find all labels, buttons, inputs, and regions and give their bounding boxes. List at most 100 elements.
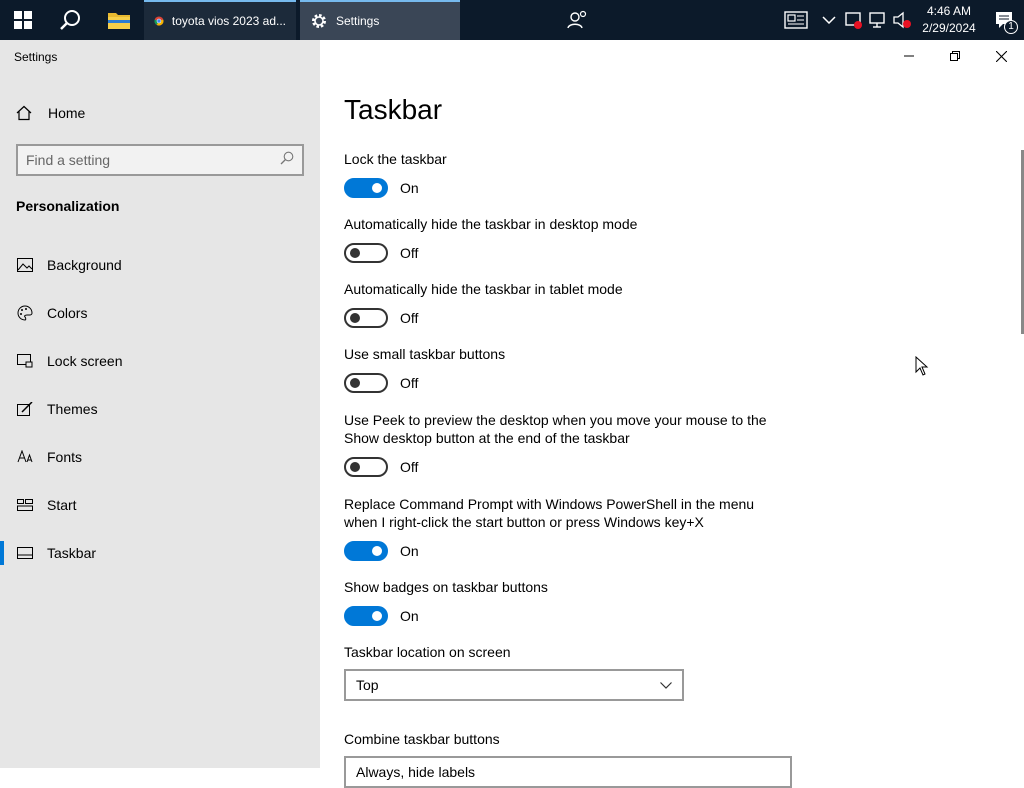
action-center-button[interactable]: 1 bbox=[984, 0, 1024, 40]
shield-alert-icon bbox=[845, 12, 862, 29]
autohide-tablet-setting: Off bbox=[344, 308, 418, 328]
search-button[interactable] bbox=[46, 0, 94, 40]
close-icon bbox=[995, 50, 1007, 62]
search-icon[interactable] bbox=[280, 151, 294, 170]
settings-window-title: Settings bbox=[336, 14, 380, 28]
toggle-knob bbox=[350, 462, 360, 472]
sidebar-item-label: Lock screen bbox=[47, 353, 123, 369]
taskbar-icon bbox=[0, 547, 47, 559]
toggle-state-text: On bbox=[400, 180, 419, 196]
lock-taskbar-toggle[interactable] bbox=[344, 178, 388, 198]
sidebar-item-background[interactable]: Background bbox=[0, 241, 320, 289]
lock-taskbar-setting: On bbox=[344, 178, 419, 198]
sidebar-item-home[interactable]: Home bbox=[0, 98, 320, 128]
badges-setting: On bbox=[344, 606, 419, 626]
toggle-knob bbox=[350, 313, 360, 323]
file-explorer-button[interactable] bbox=[94, 0, 144, 40]
taskbar-settings-window[interactable]: Settings bbox=[300, 0, 460, 40]
toggle-state-text: On bbox=[400, 543, 419, 559]
clock-date: 2/29/2024 bbox=[922, 21, 976, 35]
autohide-desktop-setting: Off bbox=[344, 243, 418, 263]
security-tray-button[interactable] bbox=[842, 0, 866, 40]
badges-label: Show badges on taskbar buttons bbox=[344, 579, 548, 595]
dropdown-value: Top bbox=[356, 677, 379, 693]
small-buttons-toggle[interactable] bbox=[344, 373, 388, 393]
toggle-state-text: Off bbox=[400, 245, 419, 261]
toggle-state-text: Off bbox=[400, 459, 419, 475]
taskbar-location-dropdown[interactable]: Top bbox=[344, 669, 684, 701]
volume-muted-icon bbox=[893, 11, 911, 29]
people-icon bbox=[567, 10, 587, 29]
clock[interactable]: 4:46 AM 2/29/2024 bbox=[914, 3, 984, 37]
network-tray-button[interactable] bbox=[866, 0, 890, 40]
volume-tray-button[interactable] bbox=[890, 0, 914, 40]
autohide-tablet-toggle[interactable] bbox=[344, 308, 388, 328]
search-icon bbox=[60, 10, 80, 30]
folder-icon bbox=[108, 13, 130, 29]
window-title: Settings bbox=[14, 50, 58, 64]
chrome-icon bbox=[154, 16, 164, 26]
news-widget-button[interactable] bbox=[776, 0, 816, 40]
toggle-knob bbox=[372, 611, 382, 621]
peek-toggle[interactable] bbox=[344, 457, 388, 477]
small-buttons-label: Use small taskbar buttons bbox=[344, 346, 506, 362]
sidebar-item-themes[interactable]: Themes bbox=[0, 385, 320, 433]
chrome-window-title: toyota vios 2023 ad... bbox=[171, 14, 286, 28]
system-tray: 4:46 AM 2/29/2024 1 bbox=[776, 0, 1024, 40]
sidebar-item-lock-screen[interactable]: Lock screen bbox=[0, 337, 320, 385]
lock-taskbar-label: Lock the taskbar bbox=[344, 151, 447, 167]
sidebar-item-fonts[interactable]: Fonts bbox=[0, 433, 320, 481]
toggle-state-text: Off bbox=[400, 375, 419, 391]
windows-taskbar: toyota vios 2023 ad... Settings 4:46 AM … bbox=[0, 0, 1024, 40]
palette-icon bbox=[0, 305, 47, 321]
autohide-desktop-toggle[interactable] bbox=[344, 243, 388, 263]
lock-screen-icon bbox=[0, 354, 47, 368]
close-button[interactable] bbox=[978, 40, 1024, 72]
toggle-knob bbox=[372, 546, 382, 556]
sidebar-item-label: Start bbox=[47, 497, 77, 513]
sidebar-item-taskbar[interactable]: Taskbar bbox=[0, 529, 320, 577]
peek-setting: Off bbox=[344, 457, 418, 477]
combine-buttons-dropdown[interactable]: Always, hide labels bbox=[344, 756, 792, 788]
windows-logo-icon bbox=[14, 11, 32, 29]
powershell-setting: On bbox=[344, 541, 419, 561]
notification-count-badge: 1 bbox=[1004, 20, 1018, 34]
toggle-knob bbox=[372, 183, 382, 193]
sidebar-item-label: Background bbox=[47, 257, 122, 273]
clock-time: 4:46 AM bbox=[926, 4, 972, 18]
people-button[interactable] bbox=[566, 8, 590, 32]
restore-icon bbox=[950, 51, 960, 61]
restore-button[interactable] bbox=[932, 40, 978, 72]
powershell-toggle[interactable] bbox=[344, 541, 388, 561]
page-title: Taskbar bbox=[344, 94, 443, 125]
start-icon bbox=[0, 499, 47, 511]
start-button[interactable] bbox=[0, 0, 46, 40]
powershell-label: Replace Command Prompt with Windows Powe… bbox=[344, 496, 755, 530]
show-hidden-icons-button[interactable] bbox=[816, 0, 842, 40]
settings-sidebar: Settings Home Personalization Background bbox=[0, 40, 320, 768]
fonts-icon bbox=[0, 450, 47, 464]
combine-buttons-label: Combine taskbar buttons bbox=[344, 731, 500, 747]
autohide-tablet-label: Automatically hide the taskbar in tablet… bbox=[344, 281, 623, 297]
search-input[interactable] bbox=[26, 152, 266, 168]
toggle-knob bbox=[350, 248, 360, 258]
section-heading: Personalization bbox=[16, 198, 120, 214]
sidebar-item-colors[interactable]: Colors bbox=[0, 289, 320, 337]
taskbar-location-label: Taskbar location on screen bbox=[344, 644, 511, 660]
chevron-down-icon bbox=[660, 681, 672, 689]
sidebar-item-start[interactable]: Start bbox=[0, 481, 320, 529]
small-buttons-setting: Off bbox=[344, 373, 418, 393]
picture-icon bbox=[0, 258, 47, 272]
news-icon bbox=[784, 11, 808, 29]
toggle-state-text: On bbox=[400, 608, 419, 624]
dropdown-value: Always, hide labels bbox=[356, 764, 476, 780]
taskbar-chrome-window[interactable]: toyota vios 2023 ad... bbox=[144, 0, 296, 40]
badges-toggle[interactable] bbox=[344, 606, 388, 626]
network-icon bbox=[869, 12, 885, 28]
sidebar-item-label: Colors bbox=[47, 305, 88, 321]
find-setting-search[interactable] bbox=[16, 144, 304, 176]
home-icon bbox=[0, 105, 48, 121]
mouse-cursor-icon bbox=[915, 356, 929, 376]
sidebar-item-label: Fonts bbox=[47, 449, 83, 465]
minimize-button[interactable] bbox=[886, 40, 932, 72]
